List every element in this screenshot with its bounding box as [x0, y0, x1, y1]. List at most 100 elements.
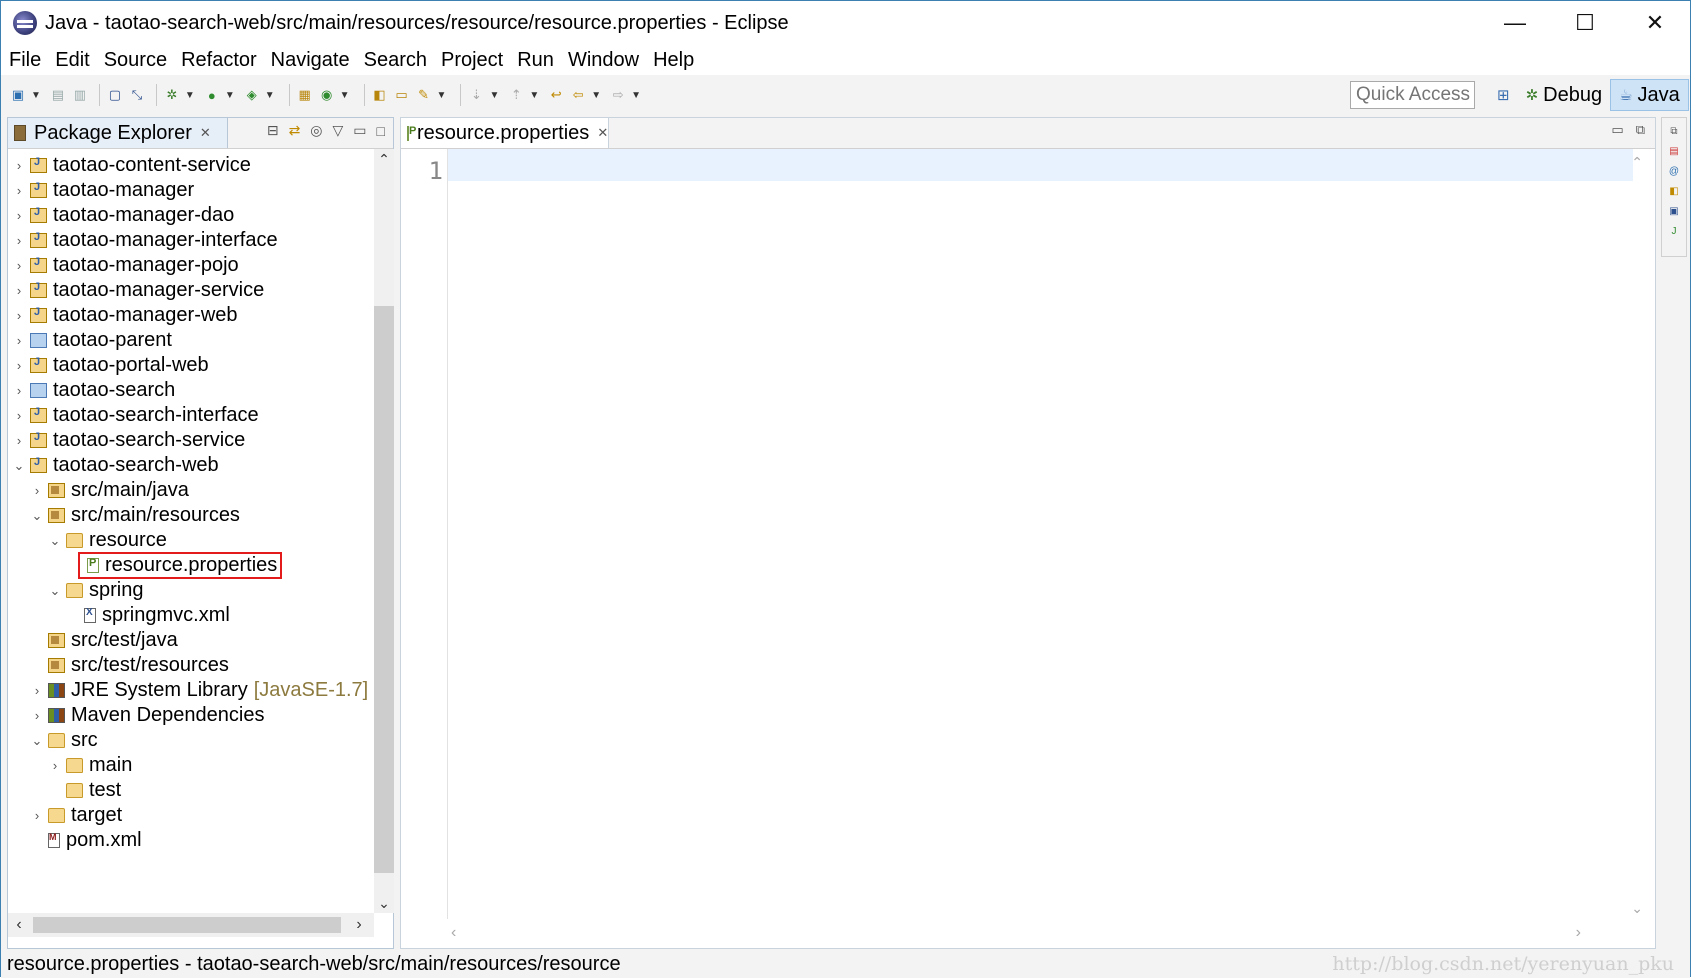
tab-package-explorer[interactable]: Package Explorer ✕: [8, 118, 228, 148]
selected-item-highlight[interactable]: resource.properties: [77, 552, 283, 579]
expanded-chevron-icon[interactable]: ⌄: [30, 733, 44, 749]
close-icon[interactable]: ✕: [597, 125, 608, 141]
new-java-class-icon[interactable]: ◉: [318, 86, 336, 104]
minimize-editor-icon[interactable]: ▭: [1611, 122, 1623, 138]
collapsed-chevron-icon[interactable]: ›: [12, 433, 26, 448]
quick-access-input[interactable]: [1350, 81, 1475, 109]
tree-item[interactable]: › taotao-portal-web: [12, 352, 209, 379]
new-dropdown-icon[interactable]: ▼: [31, 90, 41, 101]
view-menu-icon[interactable]: ▽: [333, 122, 344, 139]
scroll-up-icon[interactable]: ⌃: [1631, 154, 1643, 171]
tree-item[interactable]: › JRE System Library [JavaSE-1.7]: [30, 677, 368, 704]
previous-annotation-dropdown-icon[interactable]: ▼: [529, 90, 539, 101]
search-icon[interactable]: ✎: [415, 86, 433, 104]
menu-help[interactable]: Help: [653, 49, 694, 72]
problems-icon[interactable]: ▤: [1667, 144, 1681, 158]
menu-window[interactable]: Window: [568, 49, 639, 72]
external-tools-dropdown-icon[interactable]: ▼: [265, 90, 275, 101]
terminal-icon[interactable]: ▢: [106, 86, 124, 104]
minimize-view-icon[interactable]: ▭: [353, 122, 366, 139]
scroll-right-icon[interactable]: ›: [1576, 924, 1581, 944]
menu-edit[interactable]: Edit: [55, 49, 89, 72]
menu-navigate[interactable]: Navigate: [271, 49, 350, 72]
scroll-down-icon[interactable]: ⌄: [1631, 900, 1643, 917]
forward-icon[interactable]: ⇨: [609, 86, 627, 104]
collapsed-chevron-icon[interactable]: ›: [12, 283, 26, 298]
tree-item[interactable]: pom.xml: [30, 827, 142, 854]
collapsed-chevron-icon[interactable]: ›: [12, 183, 26, 198]
scroll-right-icon[interactable]: ›: [348, 913, 370, 937]
forward-dropdown-icon[interactable]: ▼: [631, 90, 641, 101]
tree-item[interactable]: resource.properties: [66, 552, 283, 579]
tree-item[interactable]: › src/main/java: [30, 477, 189, 504]
new-icon[interactable]: ▣: [9, 86, 27, 104]
tab-resource-properties[interactable]: resource.properties ✕: [401, 118, 609, 148]
console-icon[interactable]: ▣: [1667, 204, 1681, 218]
back-dropdown-icon[interactable]: ▼: [591, 90, 601, 101]
javadoc-icon[interactable]: @: [1667, 164, 1681, 178]
run-dropdown-icon[interactable]: ▼: [225, 90, 235, 101]
save-icon[interactable]: ▤: [49, 86, 67, 104]
tree-item[interactable]: › main: [48, 752, 133, 779]
tree-item[interactable]: ⌄ src: [30, 727, 98, 754]
package-explorer-horizontal-scrollbar[interactable]: ‹ ›: [8, 913, 374, 937]
collapsed-chevron-icon[interactable]: ›: [12, 208, 26, 223]
menu-source[interactable]: Source: [104, 49, 167, 72]
restore-editor-icon[interactable]: ⧉: [1636, 122, 1645, 138]
new-class-dropdown-icon[interactable]: ▼: [340, 90, 350, 101]
expanded-chevron-icon[interactable]: ⌄: [48, 583, 62, 599]
tree-item[interactable]: › taotao-search: [12, 377, 175, 404]
maximize-button[interactable]: ☐: [1550, 1, 1620, 45]
expanded-chevron-icon[interactable]: ⌄: [48, 533, 62, 549]
package-explorer-vertical-scrollbar[interactable]: ⌃ ⌄: [374, 149, 394, 913]
tree-item[interactable]: ⌄ taotao-search-web: [12, 452, 219, 479]
collapsed-chevron-icon[interactable]: ›: [30, 708, 44, 723]
scroll-left-icon[interactable]: ‹: [451, 924, 456, 944]
expanded-chevron-icon[interactable]: ⌄: [12, 458, 26, 474]
open-perspective-button[interactable]: ⊞: [1489, 79, 1518, 111]
scroll-left-icon[interactable]: ‹: [8, 913, 30, 937]
collapsed-chevron-icon[interactable]: ›: [30, 683, 44, 698]
tree-item[interactable]: › taotao-manager-dao: [12, 202, 234, 229]
open-type-icon[interactable]: ◧: [371, 86, 389, 104]
tree-item[interactable]: ⌄ spring: [48, 577, 144, 604]
declaration-icon[interactable]: ◧: [1667, 184, 1681, 198]
minimize-button[interactable]: —: [1480, 1, 1550, 45]
expanded-chevron-icon[interactable]: ⌄: [30, 508, 44, 524]
new-java-package-icon[interactable]: ▦: [296, 86, 314, 104]
collapsed-chevron-icon[interactable]: ›: [12, 358, 26, 373]
scroll-up-icon[interactable]: ⌃: [374, 149, 394, 169]
close-icon[interactable]: ✕: [200, 125, 211, 141]
previous-annotation-icon[interactable]: ⇡: [507, 86, 525, 104]
tree-item[interactable]: springmvc.xml: [66, 602, 230, 629]
search-dropdown-icon[interactable]: ▼: [437, 90, 447, 101]
perspective-debug-button[interactable]: ✲ Debug: [1518, 79, 1611, 111]
collapsed-chevron-icon[interactable]: ›: [12, 383, 26, 398]
junit-icon[interactable]: J: [1667, 224, 1681, 238]
collapsed-chevron-icon[interactable]: ›: [12, 258, 26, 273]
scroll-down-icon[interactable]: ⌄: [374, 893, 394, 913]
collapsed-chevron-icon[interactable]: ›: [12, 233, 26, 248]
tree-item[interactable]: › taotao-search-service: [12, 427, 245, 454]
close-button[interactable]: ✕: [1620, 1, 1690, 45]
menu-search[interactable]: Search: [364, 49, 427, 72]
tree-item[interactable]: test: [48, 777, 121, 804]
menu-run[interactable]: Run: [517, 49, 554, 72]
debug-dropdown-icon[interactable]: ▼: [185, 90, 195, 101]
restore-icon[interactable]: ⧉: [1667, 124, 1681, 138]
save-all-icon[interactable]: ▥: [71, 86, 89, 104]
collapsed-chevron-icon[interactable]: ›: [48, 758, 62, 773]
last-edit-location-icon[interactable]: ↩: [547, 86, 565, 104]
skip-breakpoints-icon[interactable]: ⤡: [128, 86, 146, 104]
run-icon[interactable]: ●: [203, 86, 221, 104]
tree-item[interactable]: ⌄ resource: [48, 527, 167, 554]
debug-icon[interactable]: ✲: [163, 86, 181, 104]
tree-item[interactable]: src/test/java: [30, 627, 178, 654]
tree-item[interactable]: › taotao-manager-pojo: [12, 252, 239, 279]
next-annotation-dropdown-icon[interactable]: ▼: [489, 90, 499, 101]
menu-file[interactable]: File: [9, 49, 41, 72]
editor-horizontal-scrollbar[interactable]: ‹ ›: [451, 924, 1581, 944]
perspective-java-button[interactable]: ☕ Java: [1610, 79, 1689, 111]
link-with-editor-icon[interactable]: ⇄: [289, 122, 301, 139]
tree-item[interactable]: ⌄ src/main/resources: [30, 502, 240, 529]
